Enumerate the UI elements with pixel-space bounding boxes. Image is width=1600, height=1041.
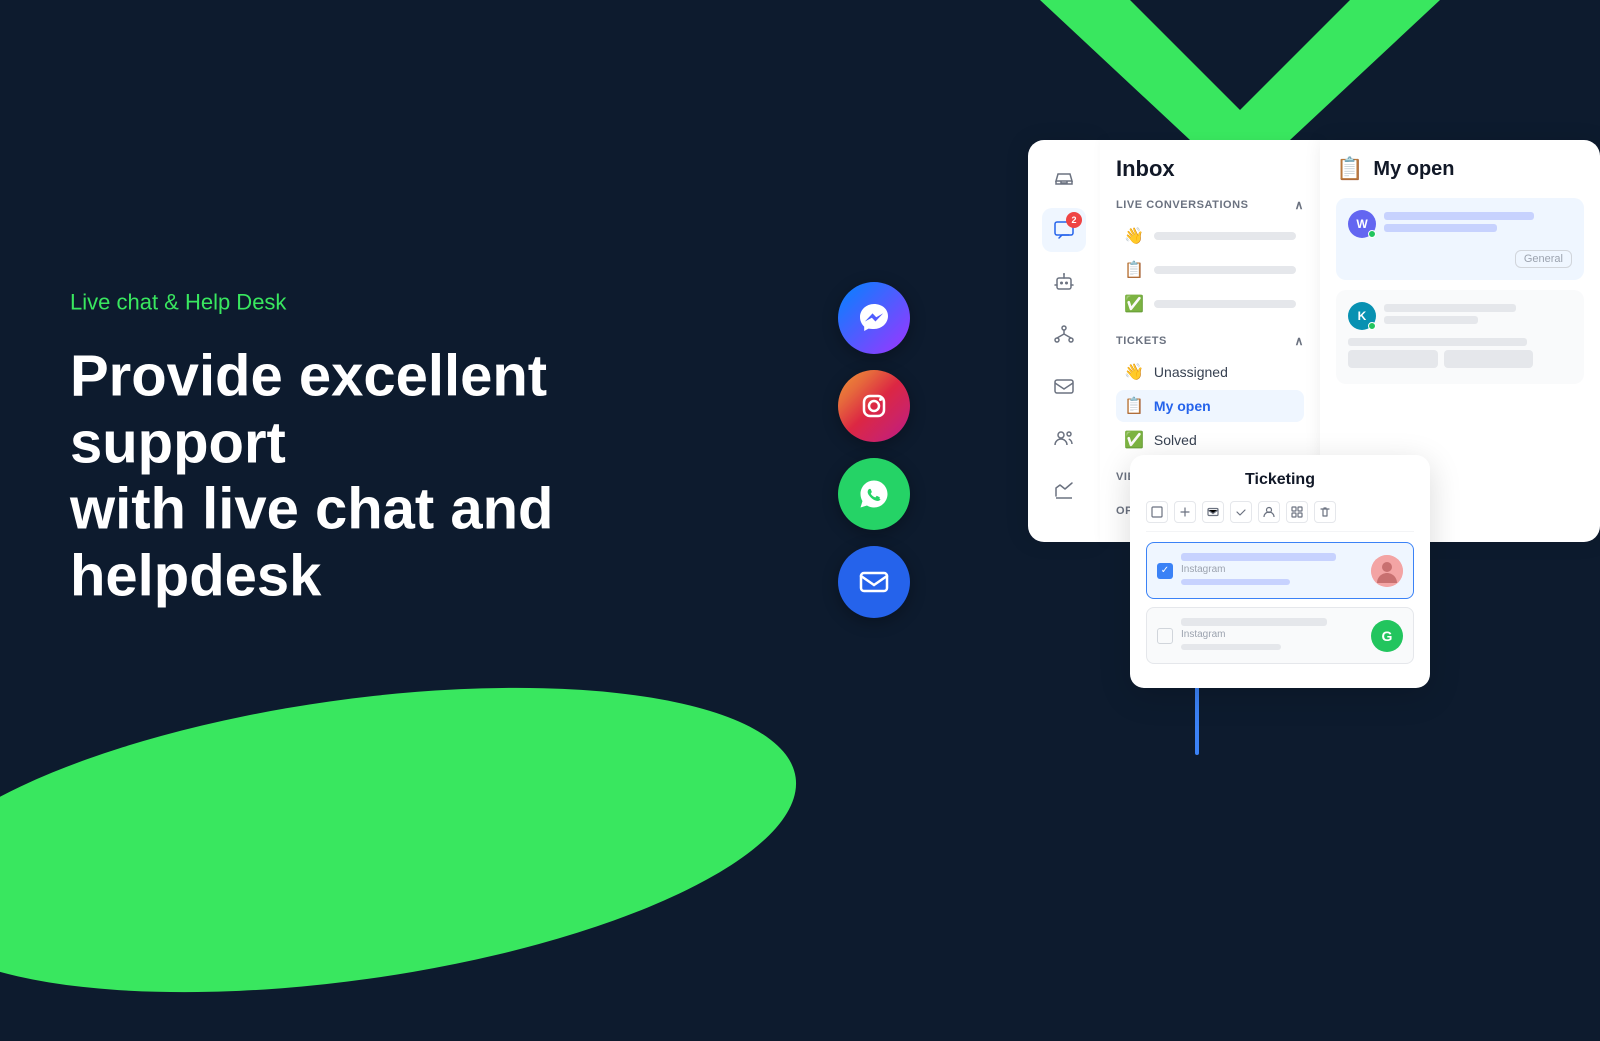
myopen-panel-icon: 📋 [1336, 156, 1363, 182]
myopen-icon: 📋 [1124, 396, 1144, 416]
ticketing-panel: Ticketing ✓ Instagram [1130, 455, 1430, 688]
tool-btn-2[interactable] [1174, 501, 1196, 523]
ticket-row-1[interactable]: ✓ Instagram [1146, 542, 1414, 599]
placeholder-line2 [1154, 266, 1296, 274]
conversation-card-1[interactable]: W General [1336, 198, 1584, 280]
unassigned-label: Unassigned [1154, 364, 1228, 380]
conversation-card-2[interactable]: K [1336, 290, 1584, 384]
ticket-avatar-g: G [1371, 620, 1403, 652]
myopen-panel-header: 📋 My open [1336, 156, 1584, 182]
sidebar-icon-bot[interactable] [1042, 260, 1086, 304]
ticket-line-2a [1181, 618, 1327, 626]
tickets-chevron: ∧ [1295, 334, 1304, 348]
inbox-title: Inbox [1116, 156, 1304, 182]
tool-btn-person[interactable] [1258, 501, 1280, 523]
placeholder-line [1154, 232, 1296, 240]
whatsapp-icon[interactable] [838, 458, 910, 530]
ticket-avatar-photo [1371, 555, 1403, 587]
nav-item-doc1[interactable]: 📋 [1116, 254, 1304, 286]
tagline: Live chat & Help Desk [70, 290, 690, 316]
message-badge: 2 [1066, 212, 1082, 228]
online-dot-k [1368, 322, 1376, 330]
nav-item-myopen[interactable]: 📋 My open [1116, 390, 1304, 422]
nav-item-wave1[interactable]: 👋 [1116, 220, 1304, 252]
sidebar-icon-inbox[interactable] [1042, 156, 1086, 200]
unassigned-icon: 👋 [1124, 362, 1144, 382]
nav-item-unassigned[interactable]: 👋 Unassigned [1116, 356, 1304, 388]
ticket-line-1a [1181, 553, 1336, 561]
ticket-source-2: Instagram [1181, 629, 1363, 640]
doc-icon: 📋 [1124, 260, 1144, 280]
conv-lines-1 [1384, 212, 1572, 236]
avatar-w: W [1348, 210, 1376, 238]
tool-btn-email[interactable] [1202, 501, 1224, 523]
conv-tag-1 [1348, 350, 1438, 368]
tool-btn-delete[interactable] [1314, 501, 1336, 523]
ticket-line-2b [1181, 644, 1281, 650]
solved-label: Solved [1154, 432, 1197, 448]
nav-item-solved[interactable]: ✅ Solved [1116, 424, 1304, 456]
wave-icon: 👋 [1124, 226, 1144, 246]
tool-btn-1[interactable] [1146, 501, 1168, 523]
ticket-row-2[interactable]: Instagram G [1146, 607, 1414, 664]
conv-line-2c [1348, 338, 1527, 346]
sidebar-icon-team[interactable] [1042, 416, 1086, 460]
tool-btn-grid[interactable] [1286, 501, 1308, 523]
sidebar-icon-messages[interactable]: 2 [1042, 208, 1086, 252]
check-icon: ✅ [1124, 294, 1144, 314]
conv-line [1384, 224, 1497, 232]
ticket-toolbar [1146, 501, 1414, 532]
myopen-panel-title: My open [1373, 158, 1454, 181]
instagram-icon[interactable] [838, 370, 910, 442]
ticketing-title: Ticketing [1146, 471, 1414, 489]
headline: Provide excellent support with live chat… [70, 344, 690, 611]
ticket-content-1: Instagram [1181, 553, 1363, 588]
solved-icon: ✅ [1124, 430, 1144, 450]
ticket-source-1: Instagram [1181, 564, 1363, 575]
conv-lines-2 [1384, 304, 1572, 328]
conv-line-2b [1384, 316, 1478, 324]
ticket-checkbox-1[interactable]: ✓ [1157, 563, 1173, 579]
messenger-icon[interactable] [838, 282, 910, 354]
tickets-header[interactable]: TICKETS ∧ [1116, 334, 1304, 348]
ticket-line-1b [1181, 579, 1290, 585]
left-content: Live chat & Help Desk Provide excellent … [70, 290, 690, 611]
headline-line1: Provide excellent support [70, 344, 547, 476]
live-conversations-header[interactable]: LIVE CONVERSATIONS ∧ [1116, 198, 1304, 212]
conv-line [1384, 212, 1534, 220]
headline-line2: with live chat and helpdesk [70, 477, 553, 609]
placeholder-line3 [1154, 300, 1296, 308]
social-icons-column [838, 282, 910, 618]
general-tag: General [1515, 250, 1572, 268]
conv-tag-2 [1444, 350, 1534, 368]
avatar-k: K [1348, 302, 1376, 330]
sidebar-icon-email[interactable] [1042, 364, 1086, 408]
conv-line-2a [1384, 304, 1516, 312]
ticket-checkbox-2[interactable] [1157, 628, 1173, 644]
tool-btn-check[interactable] [1230, 501, 1252, 523]
nav-item-check1[interactable]: ✅ [1116, 288, 1304, 320]
sidebar-icon-chart[interactable] [1042, 468, 1086, 512]
email-icon[interactable] [838, 546, 910, 618]
conv-card-2-header: K [1348, 302, 1572, 330]
myopen-label: My open [1154, 398, 1211, 414]
online-dot-w [1368, 230, 1376, 238]
sidebar: 2 [1028, 140, 1100, 542]
ticket-content-2: Instagram [1181, 618, 1363, 653]
sidebar-icon-org[interactable] [1042, 312, 1086, 356]
conv-card-1-header: W [1348, 210, 1572, 238]
live-conv-chevron: ∧ [1295, 198, 1304, 212]
